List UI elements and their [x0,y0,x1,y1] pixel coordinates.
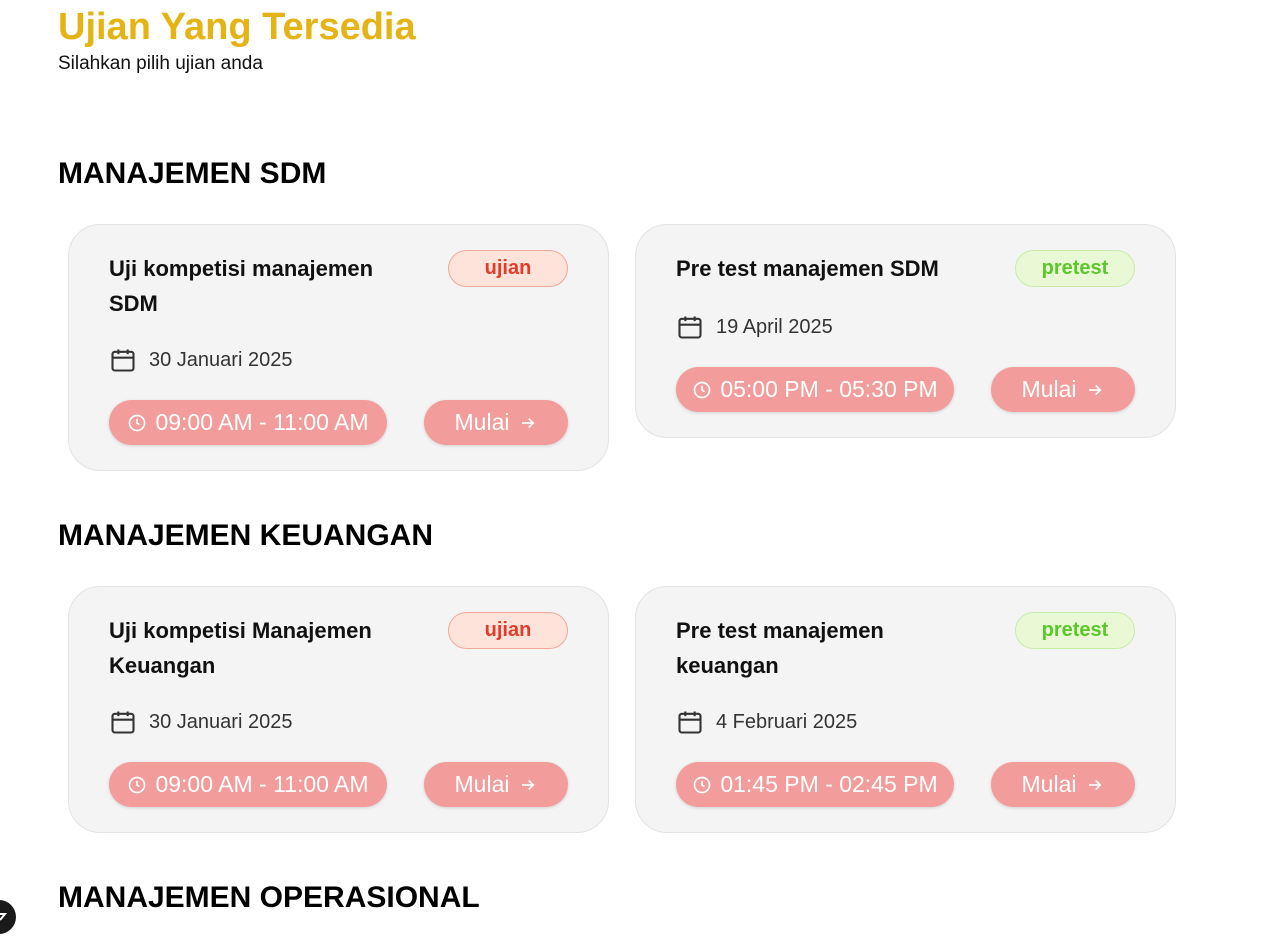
exam-title: Pre test manajemen SDM [676,256,939,281]
section-title: MANAJEMEN SDM [58,157,327,190]
arrow-right-icon [522,417,535,428]
exam-date: 30 Januari 2025 [109,708,292,736]
section-title: MANAJEMEN OPERASIONAL [58,881,480,914]
exam-date-text: 30 Januari 2025 [149,710,293,733]
exam-type-badge: ujian [448,612,568,649]
start-button-label: Mulai [1021,771,1077,797]
clock-icon [129,414,146,431]
start-exam-button[interactable]: Mulai [991,762,1135,807]
exam-date-text: 30 Januari 2025 [149,348,293,371]
calendar-icon [678,711,702,734]
exam-card[interactable]: Uji kompetisi manajemen SDM ujian 30 Jan… [68,224,609,471]
exam-type-badge: pretest [1015,250,1135,287]
exam-card[interactable]: Pre test manajemen keuangan pretest 4 Fe… [635,586,1176,833]
exam-card[interactable]: Uji kompetisi Manajemen Keuangan ujian 3… [68,586,609,833]
arrow-right-icon [1089,384,1102,395]
start-button-label: Mulai [454,771,510,797]
exam-date-text: 4 Februari 2025 [716,710,858,733]
exam-date: 19 April 2025 [676,313,833,341]
clock-icon [693,381,711,398]
exam-type-badge: ujian [448,250,568,287]
exam-time-pill: 01:45 PM - 02:45 PM [676,762,954,807]
exam-list-page: Ujian Yang Tersedia Silahkan pilih ujian… [0,0,1288,948]
exam-time-text: 01:45 PM - 02:45 PM [720,771,938,797]
exam-time-text: 09:00 AM - 11:00 AM [155,409,369,435]
calendar-icon [111,349,135,372]
arrow-right-icon [1089,779,1102,790]
exam-title: Uji kompetisi manajemen SDM [109,256,374,316]
page-subtitle: Silahkan pilih ujian anda [58,53,263,74]
clock-icon [129,776,146,793]
exam-time-text: 05:00 PM - 05:30 PM [720,376,938,402]
exam-date-text: 19 April 2025 [716,315,833,338]
exam-time-pill: 09:00 AM - 11:00 AM [109,400,387,445]
exam-time-pill: 05:00 PM - 05:30 PM [676,367,954,412]
calendar-icon [678,316,702,339]
page-title: Ujian Yang Tersedia [58,6,416,48]
start-exam-button[interactable]: Mulai [424,400,568,445]
exam-title: Uji kompetisi Manajemen Keuangan [109,618,372,678]
start-exam-button[interactable]: Mulai [424,762,568,807]
calendar-icon [111,711,135,734]
arrow-right-icon [522,779,535,790]
start-button-label: Mulai [1021,376,1077,402]
exam-date: 4 Februari 2025 [676,708,857,736]
exam-time-pill: 09:00 AM - 11:00 AM [109,762,387,807]
exam-title: Pre test manajemen keuangan [676,618,884,678]
exam-card[interactable]: Pre test manajemen SDM pretest 19 April … [635,224,1176,438]
chevron-icon [0,913,7,921]
exam-time-text: 09:00 AM - 11:00 AM [155,771,369,797]
clock-icon [693,776,711,793]
section-title: MANAJEMEN KEUANGAN [58,519,434,552]
floating-help-button[interactable] [0,900,16,934]
start-exam-button[interactable]: Mulai [991,367,1135,412]
start-button-label: Mulai [454,409,510,435]
exam-date: 30 Januari 2025 [109,346,292,374]
exam-type-badge: pretest [1015,612,1135,649]
